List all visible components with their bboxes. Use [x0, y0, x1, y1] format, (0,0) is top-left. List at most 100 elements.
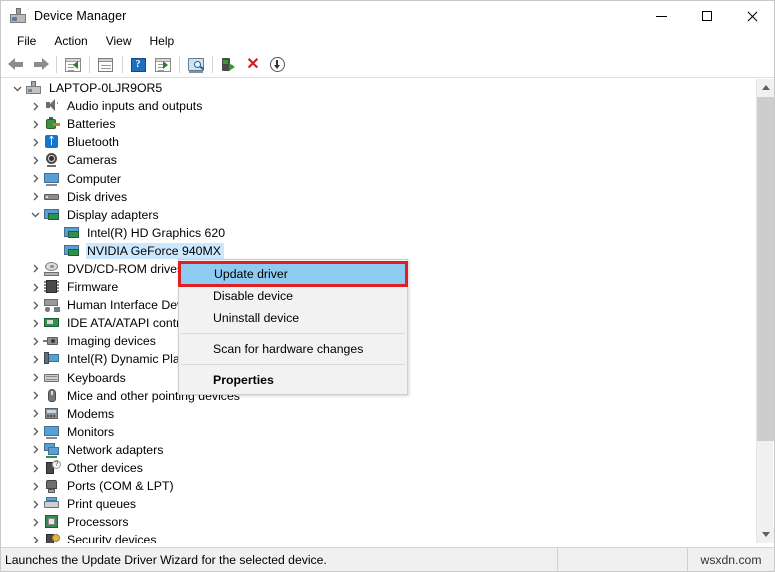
chevron-right-icon[interactable]: [27, 314, 43, 332]
tree-item-print-queues[interactable]: Print queues: [1, 495, 757, 513]
chevron-right-icon[interactable]: [27, 495, 43, 513]
chevron-right-icon[interactable]: [27, 278, 43, 296]
toolbar-separator: [122, 56, 123, 73]
chevron-right-icon[interactable]: [27, 477, 43, 495]
scroll-up-button[interactable]: [757, 79, 774, 96]
menu-view[interactable]: View: [97, 32, 141, 51]
chevron-right-icon[interactable]: [27, 387, 43, 405]
chevron-right-icon[interactable]: [27, 332, 43, 350]
maximize-button[interactable]: [684, 1, 729, 31]
toolbar-separator: [179, 56, 180, 73]
processor-icon: [43, 514, 61, 530]
help-button[interactable]: ?: [127, 54, 151, 76]
context-menu-item-update-driver[interactable]: Update driver: [180, 263, 406, 285]
battery-icon: [43, 116, 61, 132]
tree-item-modems[interactable]: Modems: [1, 405, 757, 423]
tree-item-label: Monitors: [67, 425, 114, 439]
chevron-right-icon[interactable]: [27, 170, 43, 188]
tree-item-label: DVD/CD-ROM drives: [67, 262, 183, 276]
update-driver-button[interactable]: [217, 54, 241, 76]
chevron-right-icon[interactable]: [27, 405, 43, 423]
tree-item-cameras[interactable]: Cameras: [1, 151, 757, 169]
tree-item-label: Cameras: [67, 153, 117, 167]
chevron-right-icon[interactable]: [27, 459, 43, 477]
tree-item-computer[interactable]: Computer: [1, 169, 757, 187]
toolbar-separator: [212, 56, 213, 73]
chevron-down-icon[interactable]: [27, 206, 43, 224]
properties-button[interactable]: [94, 54, 118, 76]
chevron-right-icon[interactable]: [27, 97, 43, 115]
view-options-button[interactable]: [151, 54, 175, 76]
tree-item-network-adapters[interactable]: Network adapters: [1, 441, 757, 459]
disable-device-button[interactable]: [265, 54, 289, 76]
chevron-right-icon[interactable]: [27, 441, 43, 459]
chevron-right-icon[interactable]: [27, 296, 43, 314]
computer-root-icon: [25, 80, 43, 96]
tree-item-processors[interactable]: Processors: [1, 513, 757, 531]
update-driver-icon: [221, 57, 238, 73]
scan-hardware-button[interactable]: [184, 54, 208, 76]
scroll-down-button[interactable]: [757, 526, 774, 543]
chevron-right-icon[interactable]: [27, 513, 43, 531]
scrollbar-thumb[interactable]: [757, 97, 774, 441]
forward-icon: [32, 58, 49, 71]
tree-item-label: NVIDIA GeForce 940MX: [87, 244, 221, 258]
context-menu-item-disable-device[interactable]: Disable device: [179, 285, 407, 307]
tree-item-nvidia-geforce-940mx[interactable]: NVIDIA GeForce 940MX: [1, 242, 757, 260]
tree-item-label: Batteries: [67, 117, 116, 131]
imaging-device-icon: [43, 333, 61, 349]
tree-item-display-adapters[interactable]: Display adapters: [1, 206, 757, 224]
vertical-scrollbar[interactable]: [756, 79, 773, 543]
tree-item-label: Ports (COM & LPT): [67, 479, 174, 493]
context-menu-item-properties[interactable]: Properties: [179, 369, 407, 391]
show-hide-tree-button[interactable]: [61, 54, 85, 76]
chevron-right-icon[interactable]: [27, 423, 43, 441]
tree-item-label: Intel(R) HD Graphics 620: [87, 226, 225, 240]
chevron-right-icon[interactable]: [27, 350, 43, 368]
chevron-down-icon: [762, 532, 770, 537]
chevron-right-icon[interactable]: [27, 260, 43, 278]
chevron-up-icon: [762, 85, 770, 90]
tree-item-root[interactable]: LAPTOP-0LJR9OR5: [1, 79, 757, 97]
tree-item-monitors[interactable]: Monitors: [1, 423, 757, 441]
close-button[interactable]: [729, 1, 774, 31]
tree-item-other-devices[interactable]: ? Other devices: [1, 459, 757, 477]
uninstall-device-button[interactable]: ✕: [241, 54, 265, 76]
chevron-right-icon[interactable]: [27, 151, 43, 169]
tree-item-ports-com-lpt[interactable]: Ports (COM & LPT): [1, 477, 757, 495]
tree-item-security-devices[interactable]: Security devices: [1, 531, 757, 543]
tree-item-label: Processors: [67, 515, 129, 529]
properties-icon: [98, 57, 115, 73]
context-menu: Update driver Disable device Uninstall d…: [178, 259, 408, 395]
watermark-panel: wsxdn.com: [688, 548, 774, 572]
menu-help[interactable]: Help: [141, 32, 184, 51]
forward-button[interactable]: [28, 54, 52, 76]
context-menu-item-uninstall-device[interactable]: Uninstall device: [179, 307, 407, 329]
chevron-right-icon[interactable]: [27, 531, 43, 543]
chevron-right-icon[interactable]: [27, 133, 43, 151]
context-menu-item-label: Properties: [213, 373, 274, 387]
chevron-down-icon[interactable]: [9, 79, 25, 97]
chevron-right-icon[interactable]: [27, 115, 43, 133]
minimize-button[interactable]: [639, 1, 684, 31]
menu-action[interactable]: Action: [45, 32, 96, 51]
tree-item-label: Other devices: [67, 461, 143, 475]
tree-item-disk-drives[interactable]: Disk drives: [1, 188, 757, 206]
tree-item-bluetooth[interactable]: ᛏ Bluetooth: [1, 133, 757, 151]
context-menu-separator: [181, 333, 405, 334]
tree-item-intel-hd-graphics-620[interactable]: Intel(R) HD Graphics 620: [1, 224, 757, 242]
tree-item-label: Network adapters: [67, 443, 163, 457]
tree-item-audio-inputs-and-outputs[interactable]: Audio inputs and outputs: [1, 97, 757, 115]
back-button[interactable]: [4, 54, 28, 76]
tree-item-label: Imaging devices: [67, 334, 156, 348]
chevron-right-icon[interactable]: [27, 188, 43, 206]
chevron-right-icon[interactable]: [27, 369, 43, 387]
tree-item-label: LAPTOP-0LJR9OR5: [49, 81, 162, 95]
status-panel-secondary: [558, 548, 688, 572]
context-menu-item-scan-for-hardware-changes[interactable]: Scan for hardware changes: [179, 338, 407, 360]
close-icon: [746, 11, 757, 22]
bluetooth-icon: ᛏ: [43, 134, 61, 150]
menu-file[interactable]: File: [8, 32, 45, 51]
tree-item-batteries[interactable]: Batteries: [1, 115, 757, 133]
tree-item-label: Bluetooth: [67, 135, 119, 149]
